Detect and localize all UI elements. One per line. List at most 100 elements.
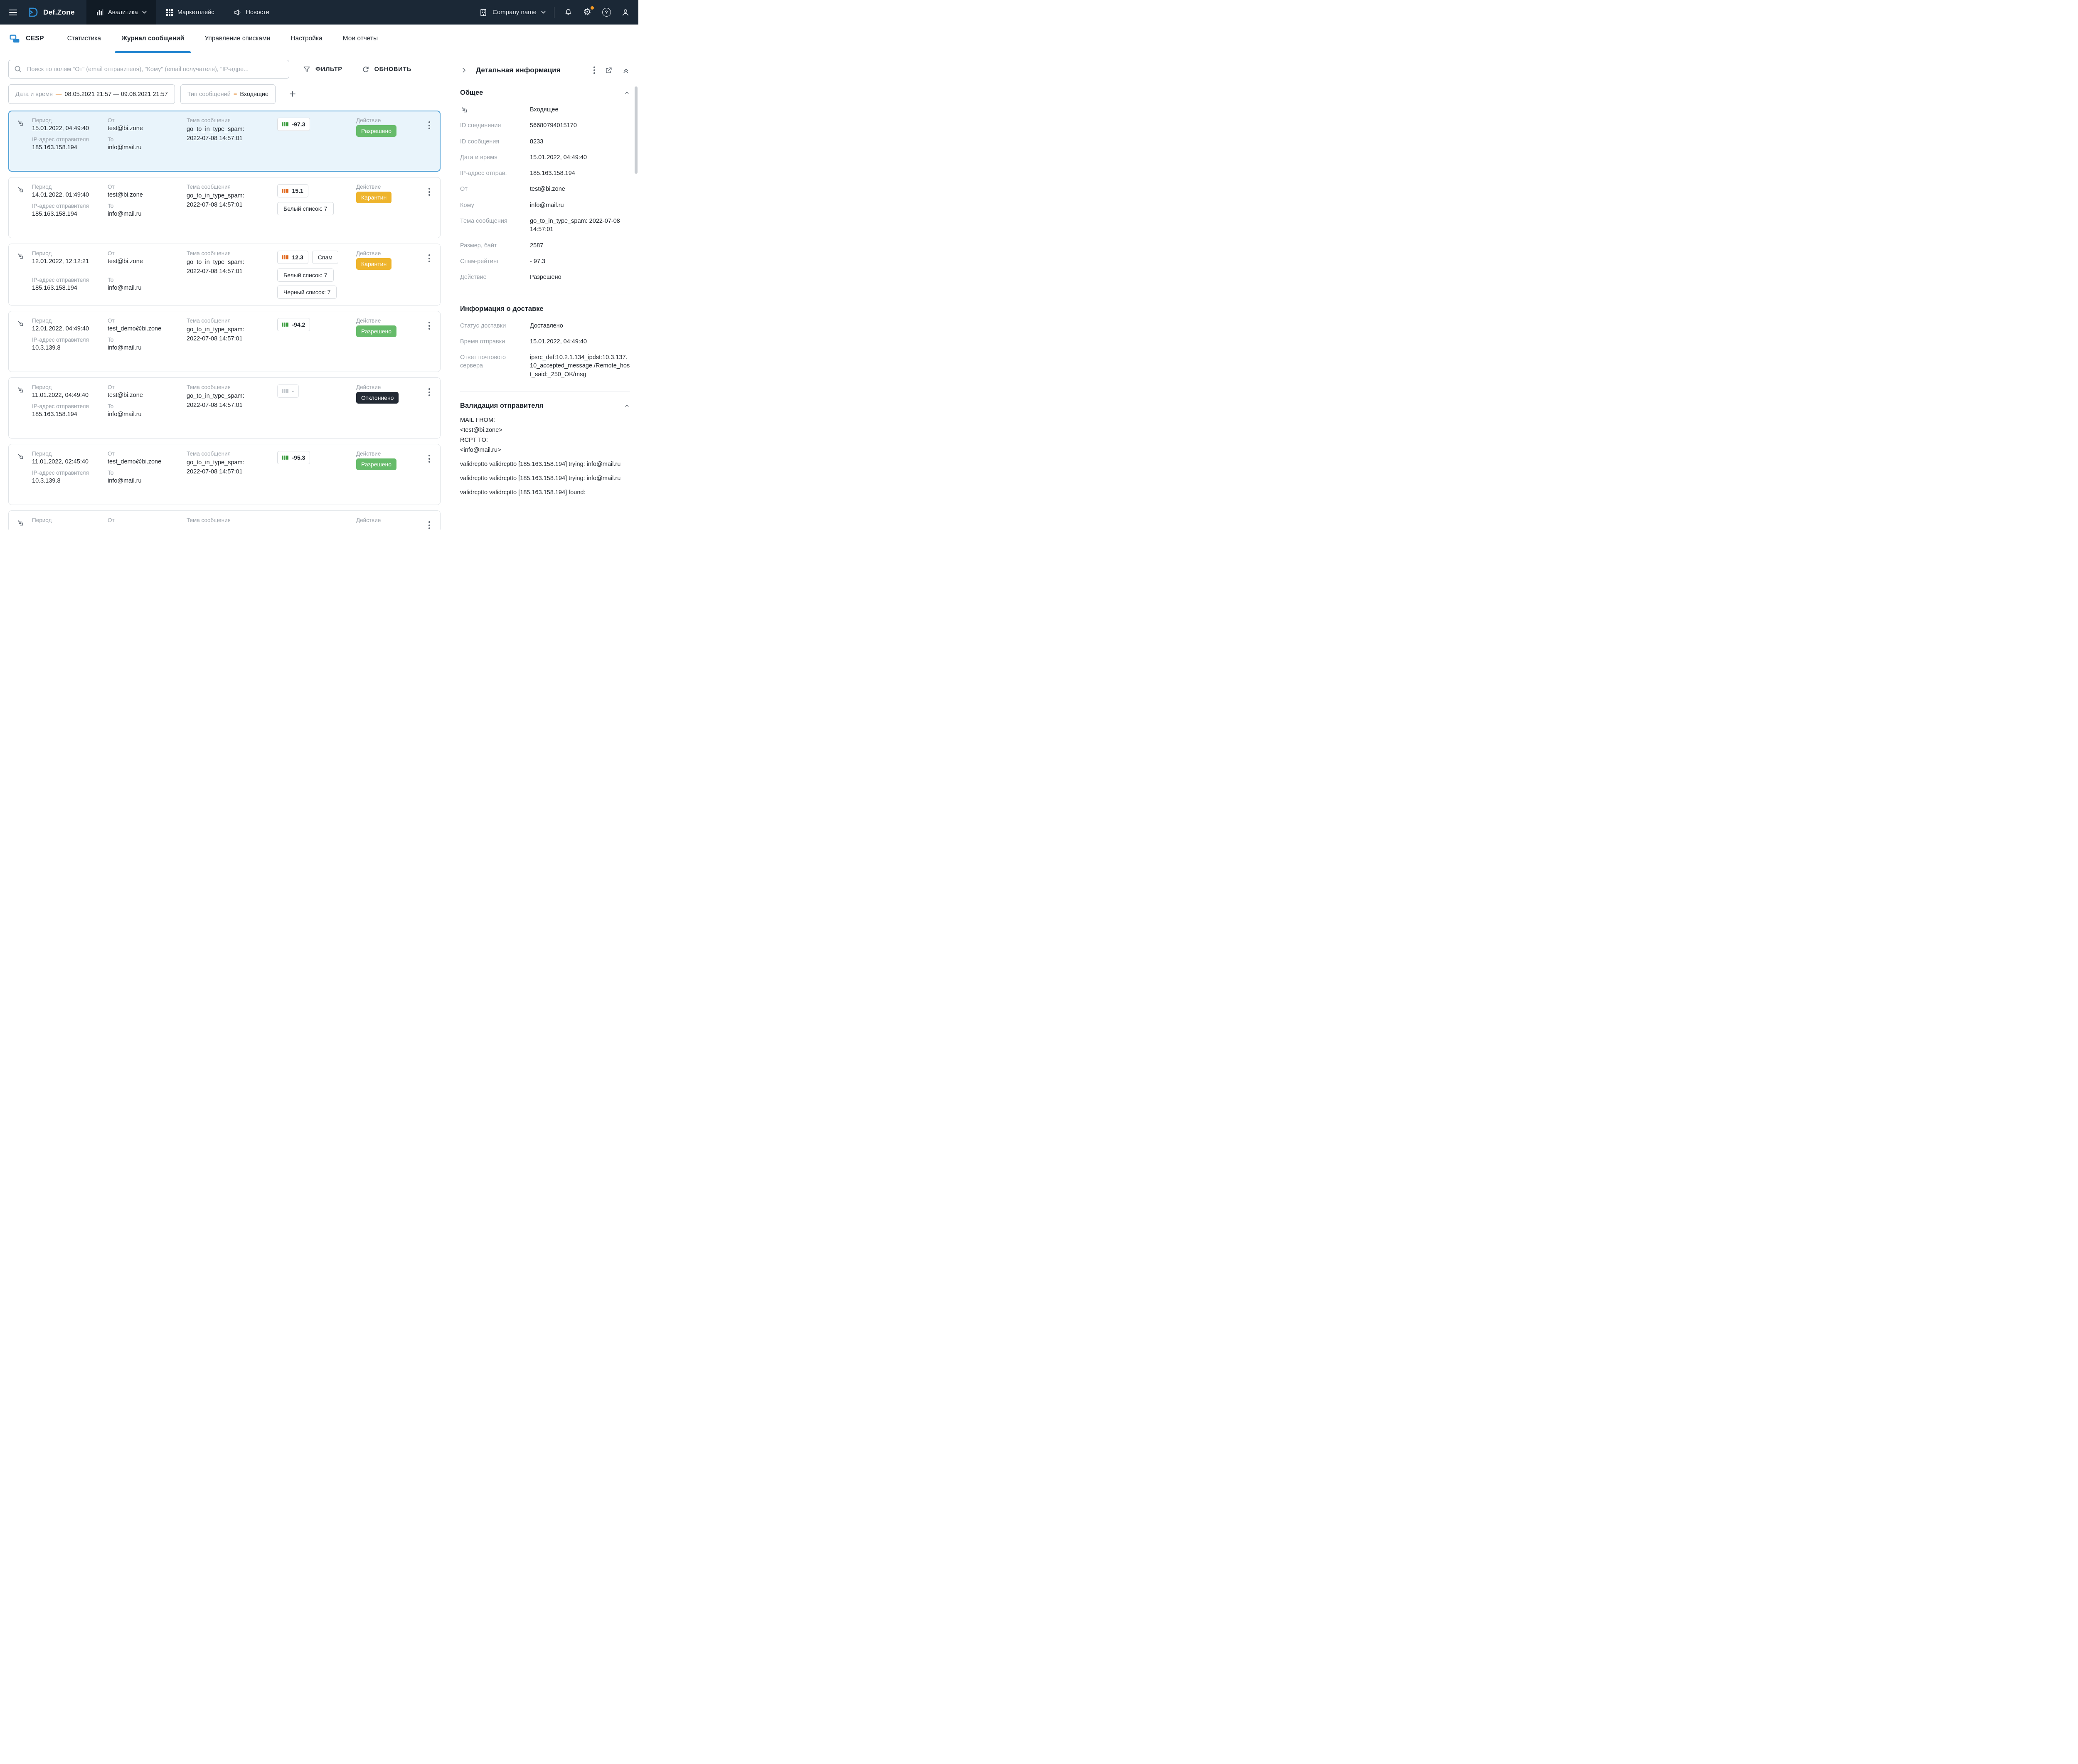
period-value: 14.01.2022, 01:49:40 [32,192,108,198]
subject-value: go_to_in_type_spam: 2022-07-08 14:57:01 [187,392,258,410]
period-value: 11.01.2022, 02:45:40 [32,458,108,465]
refresh-icon [362,65,370,74]
kebab-menu-button[interactable] [420,451,438,463]
open-in-new-icon[interactable] [605,67,613,74]
period-value: 11.01.2022, 04:49:40 [32,392,108,399]
nav-item-analytics[interactable]: Аналитика [86,0,156,25]
nav-item-marketplace[interactable]: Маркетплейс [156,0,224,25]
help-icon[interactable]: ? [601,7,612,18]
brand-logo[interactable]: Def.Zone [26,0,86,25]
refresh-button[interactable]: ОБНОВИТЬ [362,65,411,74]
spam-rating-badge: -97.3 [277,118,310,131]
nav-item-label: Новости [246,9,269,16]
detail-row: IP-адрес отправ. 185.163.158.194 [460,165,630,181]
validation-text: MAIL FROM: <test@bi.zone> RCPT TO: <info… [460,416,630,498]
from-value: test@bi.zone [108,125,187,132]
message-card[interactable]: Период14.01.2022, 01:49:40 Отtest@bi.zon… [8,177,441,238]
kebab-menu-button[interactable] [420,318,438,330]
action-label: Действие [356,451,420,457]
nav-item-news[interactable]: Новости [224,0,279,25]
message-card[interactable]: Период12.01.2022, 04:49:40 Отtest_demo@b… [8,311,441,372]
period-value: 12.01.2022, 12:12:21 [32,258,108,265]
validation-paragraph: validrcptto validrcptto [185.163.158.194… [460,488,630,498]
rating-bars-icon [282,389,288,393]
panel-kebab-menu[interactable] [593,67,595,74]
detail-row: Кому info@mail.ru [460,197,630,213]
to-label: To [108,470,187,476]
sender-ip-label: IP-адрес отправителя [32,470,108,476]
rating-value: 12.3 [292,254,303,261]
filter-chip-date[interactable]: Дата и время — 08.05.2021 21:57 — 09.06.… [8,84,175,104]
filter-chip-type[interactable]: Тип сообщений = Входящие [180,84,276,104]
detail-panel: Детальная информация Общее Входящее [449,53,638,530]
message-card[interactable]: Период15.01.2022, 04:49:40 Отtest@bi.zon… [8,111,441,172]
subject-value: go_to_in_type_spam: 2022-07-08 14:57:01 [187,458,258,477]
collapse-all-double-chevron-icon[interactable] [622,67,630,74]
hamburger-menu-button[interactable] [0,0,26,25]
product-switcher[interactable]: CESP [9,25,44,53]
subject-label: Тема сообщения [187,318,277,324]
validation-paragraph: validrcptto validrcptto [185.163.158.194… [460,460,630,470]
to-label: To [108,136,187,143]
add-filter-button[interactable]: + [287,89,298,100]
chevron-up-icon[interactable] [624,403,630,409]
building-icon [479,8,488,17]
product-name: CESP [26,35,44,42]
message-card[interactable]: Период12.01.2022, 12:12:21 Отtest@bi.zon… [8,244,441,305]
to-label: To [108,203,187,209]
from-value: test@bi.zone [108,392,187,399]
detail-row-label: Спам-рейтинг [460,257,526,266]
period-label: Период [32,384,108,390]
incoming-arrow-icon [460,106,526,114]
chevron-up-icon[interactable] [624,90,630,96]
message-card[interactable]: Период11.01.2022, 02:45:40 Отtest_demo@b… [8,444,441,505]
tab-list-management[interactable]: Управление списками [198,25,277,53]
message-log-main: ФИЛЬТР ОБНОВИТЬ Дата и время — 08.05.202… [0,53,449,530]
action-badge: Разрешено [356,325,396,337]
message-card[interactable]: Период От Тема сообщения IP-адрес отправ… [8,510,441,530]
kebab-menu-button[interactable] [420,384,438,396]
filter-button[interactable]: ФИЛЬТР [303,65,342,74]
notifications-bell-icon[interactable] [563,7,574,18]
kebab-menu-button[interactable] [420,517,438,529]
search-input[interactable] [8,60,289,79]
company-name: Company name [492,9,537,16]
detail-row: Время отправки 15.01.2022, 04:49:40 [460,334,630,350]
tab-settings[interactable]: Настройка [284,25,329,53]
user-profile-icon[interactable] [620,7,631,18]
chevron-down-icon [541,11,546,14]
panel-collapse-chevron-icon[interactable] [460,67,468,74]
detail-row-label: Тема сообщения [460,217,526,225]
action-badge: Карантин [356,258,391,270]
sender-ip-label: IP-адрес отправителя [32,337,108,343]
detail-row-value: - 97.3 [530,257,630,266]
scrollbar-thumb[interactable] [635,86,638,174]
rating-bars-icon [282,323,288,327]
kebab-menu-button[interactable] [420,250,438,262]
sender-ip-label: IP-адрес отправителя [32,277,108,283]
period-label: Период [32,451,108,457]
company-selector[interactable]: Company name [479,8,546,17]
tab-statistics[interactable]: Статистика [61,25,108,53]
search-box [8,60,289,79]
from-label: От [108,318,187,324]
topbar-nav: Аналитика Маркетплейс Новости [86,0,279,25]
message-card[interactable]: Период11.01.2022, 04:49:40 Отtest@bi.zon… [8,377,441,439]
rating-bars-icon [282,122,288,126]
from-value: test_demo@bi.zone [108,458,187,465]
kebab-menu-button[interactable] [420,184,438,196]
kebab-menu-button[interactable] [420,117,438,129]
list-tags: Белый список: 7 [277,202,356,215]
settings-gear-icon[interactable]: ⚙ [582,7,593,18]
tab-my-reports[interactable]: Мои отчеты [336,25,384,53]
detail-row: Размер, байт 2587 [460,238,630,254]
subject-label: Тема сообщения [187,117,277,123]
sender-ip-value: 185.163.158.194 [32,411,108,418]
detail-row: Входящее [460,102,630,118]
detail-row-label: ID соединения [460,121,526,130]
tab-message-log[interactable]: Журнал сообщений [115,25,191,53]
action-label: Действие [356,117,420,123]
incoming-arrow-icon [9,250,32,272]
megaphone-icon [234,8,242,17]
detail-row: ID соединения 56680794015170 [460,118,630,133]
